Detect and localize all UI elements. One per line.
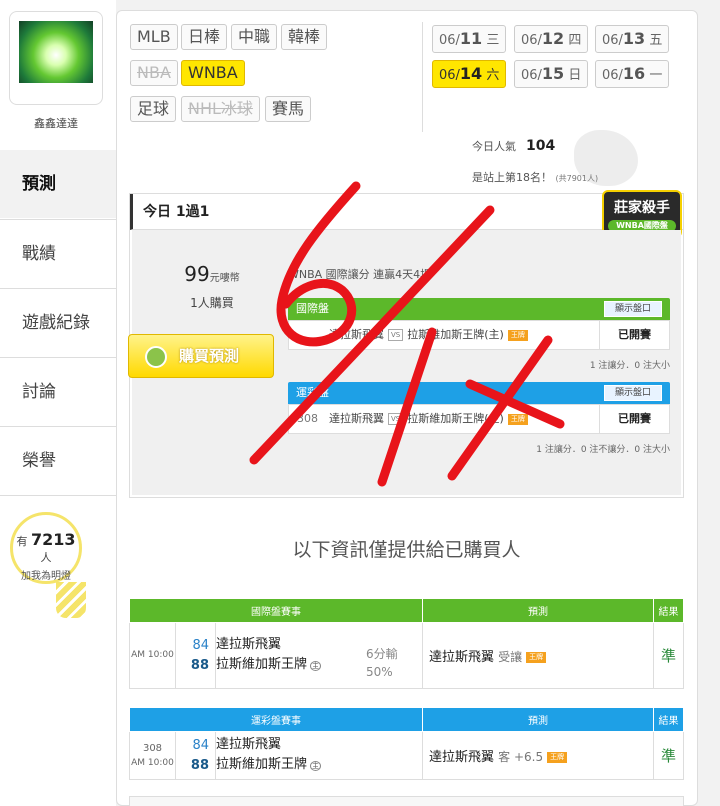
annotation-digit-1 xyxy=(377,327,437,487)
annotation-digit-6 xyxy=(276,181,361,347)
annotation-digit-4 xyxy=(447,335,565,481)
handwritten-date-annotation xyxy=(249,181,565,487)
